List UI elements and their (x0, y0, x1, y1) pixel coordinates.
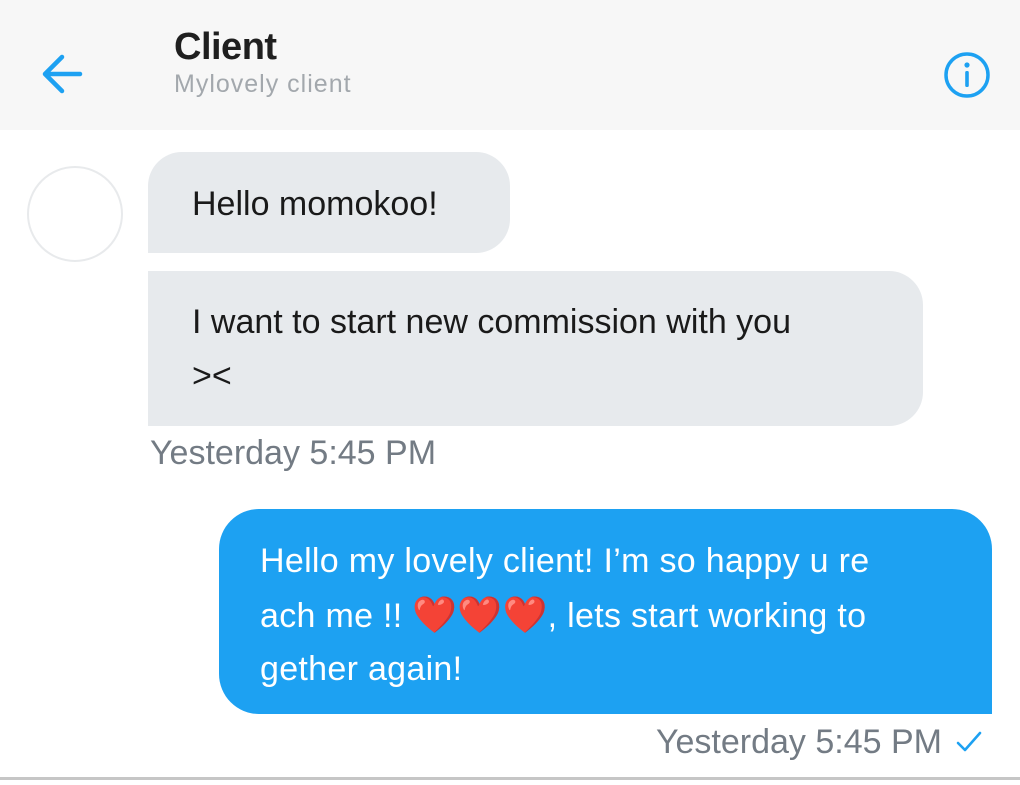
message-text: Hello momokoo! (192, 185, 438, 223)
chat-screen: Client Mylovely client Hello momokoo! I … (0, 0, 1020, 785)
incoming-message-bubble[interactable]: I want to start new commission with you … (148, 271, 923, 426)
message-timestamp: Yesterday 5:45 PM (655, 723, 942, 761)
chat-header: Client Mylovely client (0, 0, 1020, 130)
info-button[interactable] (942, 50, 992, 100)
outgoing-timestamp-row: Yesterday 5:45 PM (656, 720, 984, 764)
heart-emojis: ❤️❤️❤️ (412, 594, 548, 635)
message-text: I want to start new commission with you (192, 303, 792, 341)
divider (0, 777, 1020, 780)
back-button[interactable] (36, 48, 92, 100)
conversation-title-block[interactable]: Client Mylovely client (174, 24, 352, 98)
message-text: Hello my lovely client! I’m so happy u r… (260, 542, 870, 580)
message-text: ach me !! (260, 597, 413, 635)
message-timestamp: Yesterday 5:45 PM (150, 434, 437, 472)
info-circle-icon (944, 52, 990, 98)
checkmark-icon (956, 731, 982, 752)
message-text: gether again! (260, 650, 463, 688)
outgoing-message-bubble[interactable]: Hello my lovely client! I’m so happy u r… (219, 509, 992, 714)
incoming-message-bubble[interactable]: Hello momokoo! (148, 152, 510, 253)
message-text: , lets start working to (547, 597, 867, 635)
message-text-emoticon: >< (192, 357, 232, 395)
conversation-title: Client (174, 26, 277, 68)
conversation-subtitle: Mylovely client (174, 70, 352, 98)
arrow-left-icon (42, 54, 83, 94)
message-text-line: ach me !! ❤️❤️❤️, lets start working to (260, 588, 942, 643)
avatar[interactable] (27, 166, 123, 262)
